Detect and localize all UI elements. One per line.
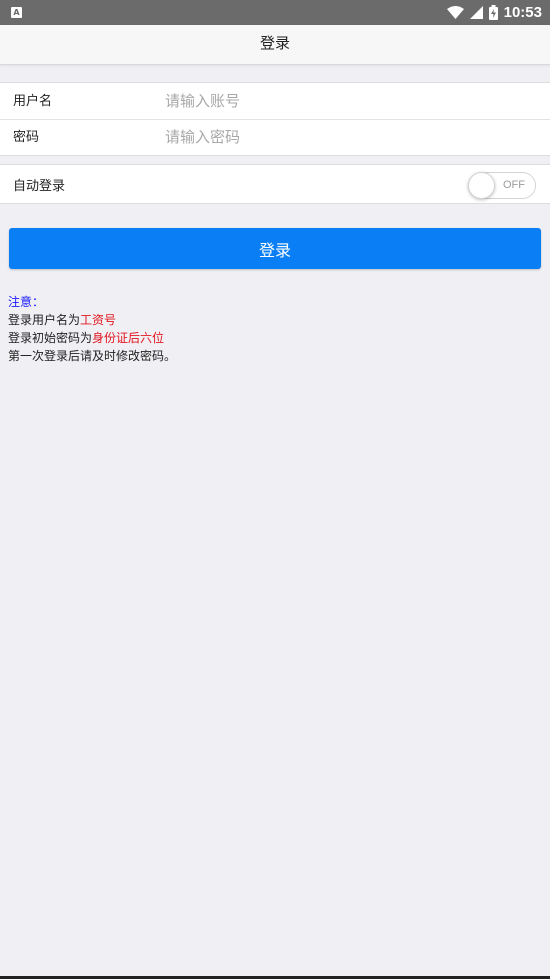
notice-highlight: 工资号: [80, 313, 117, 327]
username-input[interactable]: [160, 89, 530, 113]
notice-line-username: 登录用户名为工资号: [8, 311, 176, 329]
auto-login-group: 自动登录 OFF: [0, 164, 550, 204]
login-form: 用户名 密码: [0, 82, 550, 156]
status-icons: 10:53: [446, 0, 542, 25]
notice-text: 登录初始密码为: [8, 331, 93, 345]
username-label: 用户名: [13, 94, 53, 109]
toggle-state-text: OFF: [503, 179, 525, 191]
cell-signal-icon: [469, 6, 483, 19]
login-button[interactable]: 登录: [9, 228, 541, 269]
auto-login-label: 自动登录: [13, 179, 66, 194]
wifi-icon: [446, 6, 464, 19]
auto-login-toggle[interactable]: OFF: [468, 172, 536, 199]
nav-bar: 登录: [0, 25, 550, 65]
battery-charging-icon: [488, 5, 498, 20]
row-divider: [0, 119, 550, 120]
toggle-knob: [468, 172, 495, 199]
password-label: 密码: [13, 130, 40, 145]
username-row: 用户名: [0, 83, 550, 119]
status-bar: A 10:53: [0, 0, 550, 25]
a-notification-icon: A: [11, 7, 22, 18]
notice-heading: 注意：: [8, 295, 45, 309]
notice-text: 登录用户名为: [8, 313, 81, 327]
auto-login-row: 自动登录 OFF: [0, 165, 550, 203]
page-title: 登录: [259, 34, 290, 52]
password-row: 密码: [0, 119, 550, 155]
notice-line-change-password: 第一次登录后请及时修改密码。: [8, 349, 177, 363]
clock: 10:53: [503, 4, 542, 21]
notice-highlight: 身份证后六位: [92, 331, 165, 345]
login-notice: 注意： 登录用户名为工资号 登录初始密码为身份证后六位 第一次登录后请及时修改密…: [8, 293, 176, 365]
notice-line-password: 登录初始密码为身份证后六位: [8, 329, 176, 347]
password-input[interactable]: [160, 125, 530, 149]
